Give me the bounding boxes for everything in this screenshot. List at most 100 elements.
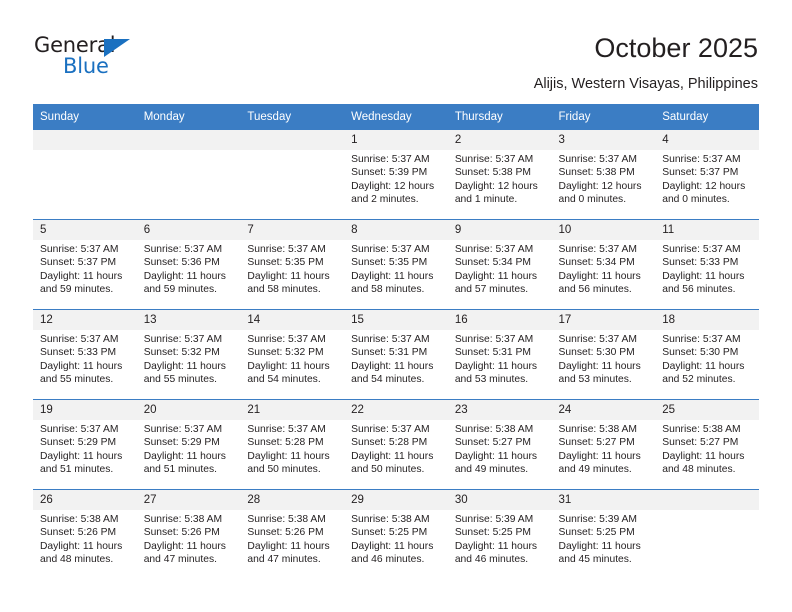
daylight-text: Daylight: 11 hours and 52 minutes. xyxy=(662,360,745,386)
day-details: Sunrise: 5:37 AM Sunset: 5:28 PM Daylight:… xyxy=(240,420,344,477)
sunrise-text: Sunrise: 5:37 AM xyxy=(351,424,430,435)
sunrise-text: Sunrise: 5:38 AM xyxy=(558,424,637,435)
sunset-text: Sunset: 5:36 PM xyxy=(143,257,220,269)
sunset-text: Sunset: 5:26 PM xyxy=(143,527,220,539)
sunset-text: Sunset: 5:25 PM xyxy=(454,527,531,539)
calendar-day-cell[interactable]: 28 Sunrise: 5:38 AM Sunset: 5:26 PM Dayligh… xyxy=(240,489,345,579)
day-details: Sunrise: 5:39 AM Sunset: 5:25 PM Daylight:… xyxy=(448,510,552,567)
sunset-text: Sunset: 5:33 PM xyxy=(662,257,739,269)
day-number: 16 xyxy=(447,310,552,330)
calendar-day-cell[interactable]: 27 Sunrise: 5:38 AM Sunset: 5:26 PM Dayligh… xyxy=(136,489,241,579)
calendar-day-cell[interactable]: 31 Sunrise: 5:39 AM Sunset: 5:25 PM Dayligh… xyxy=(551,489,656,579)
day-number xyxy=(136,130,241,150)
day-details: Sunrise: 5:37 AM Sunset: 5:39 PM Daylight:… xyxy=(344,150,448,207)
page-subtitle: Alijis, Western Visayas, Philippines xyxy=(533,76,758,92)
calendar-day-cell[interactable]: 2 Sunrise: 5:37 AM Sunset: 5:38 PM Daylight… xyxy=(447,130,552,220)
sunrise-text: Sunrise: 5:37 AM xyxy=(662,154,741,165)
calendar-day-cell[interactable]: 30 Sunrise: 5:39 AM Sunset: 5:25 PM Dayligh… xyxy=(447,489,552,579)
calendar-day-cell[interactable]: 13 Sunrise: 5:37 AM Sunset: 5:32 PM Dayligh… xyxy=(136,309,241,400)
day-number: 19 xyxy=(33,400,137,420)
day-number: 31 xyxy=(551,490,656,510)
sunrise-text: Sunrise: 5:39 AM xyxy=(558,514,637,525)
weekday-header-saturday: Saturday xyxy=(655,104,759,130)
daylight-text: Daylight: 11 hours and 47 minutes. xyxy=(143,540,226,566)
sunset-text: Sunset: 5:30 PM xyxy=(558,347,635,359)
calendar-day-cell[interactable]: 4 Sunrise: 5:37 AM Sunset: 5:37 PM Daylight… xyxy=(655,130,759,220)
calendar-day-cell[interactable]: 26 Sunrise: 5:38 AM Sunset: 5:26 PM Dayligh… xyxy=(33,489,137,579)
daylight-text: Daylight: 11 hours and 46 minutes. xyxy=(351,540,434,566)
day-details: Sunrise: 5:37 AM Sunset: 5:33 PM Daylight:… xyxy=(655,240,759,297)
day-details: Sunrise: 5:37 AM Sunset: 5:37 PM Daylight:… xyxy=(655,150,759,207)
daylight-text: Daylight: 11 hours and 48 minutes. xyxy=(40,540,123,566)
sunset-text: Sunset: 5:34 PM xyxy=(454,257,531,269)
calendar-day-cell[interactable]: 29 Sunrise: 5:38 AM Sunset: 5:25 PM Dayligh… xyxy=(344,489,448,579)
calendar-day-cell-empty xyxy=(655,489,759,579)
day-number: 20 xyxy=(136,400,241,420)
calendar-day-cell[interactable]: 15 Sunrise: 5:37 AM Sunset: 5:31 PM Dayligh… xyxy=(344,309,448,400)
sunrise-text: Sunrise: 5:37 AM xyxy=(143,424,223,435)
calendar-day-cell[interactable]: 3 Sunrise: 5:37 AM Sunset: 5:38 PM Daylight… xyxy=(551,130,656,220)
day-details: Sunrise: 5:38 AM Sunset: 5:25 PM Daylight:… xyxy=(344,510,448,567)
calendar-week-row: 12 Sunrise: 5:37 AM Sunset: 5:33 PM Dayligh… xyxy=(33,309,759,400)
day-number: 29 xyxy=(344,490,448,510)
calendar-day-cell[interactable]: 12 Sunrise: 5:37 AM Sunset: 5:33 PM Dayligh… xyxy=(33,309,137,400)
calendar-day-cell[interactable]: 21 Sunrise: 5:37 AM Sunset: 5:28 PM Dayligh… xyxy=(240,399,345,490)
day-number: 3 xyxy=(551,130,656,150)
daylight-text: Daylight: 11 hours and 56 minutes. xyxy=(662,270,745,296)
calendar-day-cell[interactable]: 11 Sunrise: 5:37 AM Sunset: 5:33 PM Dayligh… xyxy=(655,219,759,310)
calendar-day-cell[interactable]: 24 Sunrise: 5:38 AM Sunset: 5:27 PM Dayligh… xyxy=(551,399,656,490)
day-details: Sunrise: 5:37 AM Sunset: 5:37 PM Daylight:… xyxy=(33,240,137,297)
calendar-day-cell[interactable]: 6 Sunrise: 5:37 AM Sunset: 5:36 PM Daylight… xyxy=(136,219,241,310)
day-number: 30 xyxy=(447,490,552,510)
calendar-day-cell[interactable]: 1 Sunrise: 5:37 AM Sunset: 5:39 PM Daylight… xyxy=(344,130,448,220)
calendar-day-cell[interactable]: 22 Sunrise: 5:37 AM Sunset: 5:28 PM Dayligh… xyxy=(344,399,448,490)
calendar-day-cell[interactable]: 8 Sunrise: 5:37 AM Sunset: 5:35 PM Daylight… xyxy=(344,219,448,310)
day-details: Sunrise: 5:37 AM Sunset: 5:35 PM Daylight:… xyxy=(344,240,448,297)
daylight-text: Daylight: 12 hours and 2 minutes. xyxy=(351,180,435,206)
sunset-text: Sunset: 5:30 PM xyxy=(662,347,739,359)
daylight-text: Daylight: 11 hours and 58 minutes. xyxy=(351,270,434,296)
sunset-text: Sunset: 5:39 PM xyxy=(351,167,428,179)
sunset-text: Sunset: 5:37 PM xyxy=(662,167,739,179)
calendar-day-cell[interactable]: 20 Sunrise: 5:37 AM Sunset: 5:29 PM Dayligh… xyxy=(136,399,241,490)
calendar-day-cell[interactable]: 16 Sunrise: 5:37 AM Sunset: 5:31 PM Dayligh… xyxy=(447,309,552,400)
sunset-text: Sunset: 5:29 PM xyxy=(40,437,117,449)
calendar-day-cell[interactable]: 17 Sunrise: 5:37 AM Sunset: 5:30 PM Dayligh… xyxy=(551,309,656,400)
calendar-week-row: 1 Sunrise: 5:37 AM Sunset: 5:39 PM Daylight… xyxy=(33,130,759,220)
daylight-text: Daylight: 11 hours and 58 minutes. xyxy=(247,270,330,296)
sunset-text: Sunset: 5:34 PM xyxy=(558,257,635,269)
sunrise-text: Sunrise: 5:37 AM xyxy=(247,334,326,345)
calendar-day-cell[interactable]: 5 Sunrise: 5:37 AM Sunset: 5:37 PM Daylight… xyxy=(33,219,137,310)
sunrise-text: Sunrise: 5:37 AM xyxy=(40,424,119,435)
calendar-day-cell-empty xyxy=(33,130,137,220)
day-details: Sunrise: 5:38 AM Sunset: 5:26 PM Daylight:… xyxy=(240,510,344,567)
day-number: 12 xyxy=(33,310,137,330)
sunrise-text: Sunrise: 5:37 AM xyxy=(40,244,119,255)
day-details: Sunrise: 5:37 AM Sunset: 5:32 PM Daylight:… xyxy=(240,330,344,387)
calendar-day-cell[interactable]: 23 Sunrise: 5:38 AM Sunset: 5:27 PM Dayligh… xyxy=(447,399,552,490)
brand-logo[interactable]: General Blue xyxy=(34,33,214,85)
page-title: October 2025 xyxy=(594,33,758,63)
day-number: 9 xyxy=(447,220,552,240)
day-number: 4 xyxy=(655,130,759,150)
calendar-day-cell[interactable]: 18 Sunrise: 5:37 AM Sunset: 5:30 PM Dayligh… xyxy=(655,309,759,400)
sunset-text: Sunset: 5:37 PM xyxy=(40,257,117,269)
calendar-day-cell[interactable]: 25 Sunrise: 5:38 AM Sunset: 5:27 PM Dayligh… xyxy=(655,399,759,490)
calendar-day-cell[interactable]: 7 Sunrise: 5:37 AM Sunset: 5:35 PM Daylight… xyxy=(240,219,345,310)
daylight-text: Daylight: 11 hours and 54 minutes. xyxy=(351,360,434,386)
sunset-text: Sunset: 5:33 PM xyxy=(40,347,117,359)
day-number: 8 xyxy=(344,220,448,240)
daylight-text: Daylight: 11 hours and 46 minutes. xyxy=(454,540,538,566)
calendar-day-cell[interactable]: 10 Sunrise: 5:37 AM Sunset: 5:34 PM Dayligh… xyxy=(551,219,656,310)
calendar-day-cell[interactable]: 14 Sunrise: 5:37 AM Sunset: 5:32 PM Dayligh… xyxy=(240,309,345,400)
day-number: 24 xyxy=(551,400,656,420)
sunrise-text: Sunrise: 5:37 AM xyxy=(662,334,741,345)
day-number xyxy=(33,130,137,150)
day-details: Sunrise: 5:38 AM Sunset: 5:27 PM Daylight:… xyxy=(448,420,552,477)
daylight-text: Daylight: 11 hours and 47 minutes. xyxy=(247,540,330,566)
sunset-text: Sunset: 5:27 PM xyxy=(454,437,531,449)
calendar-day-cell[interactable]: 19 Sunrise: 5:37 AM Sunset: 5:29 PM Dayligh… xyxy=(33,399,137,490)
sunrise-text: Sunrise: 5:37 AM xyxy=(351,154,430,165)
calendar-day-cell[interactable]: 9 Sunrise: 5:37 AM Sunset: 5:34 PM Daylight… xyxy=(447,219,552,310)
daylight-text: Daylight: 11 hours and 55 minutes. xyxy=(143,360,226,386)
